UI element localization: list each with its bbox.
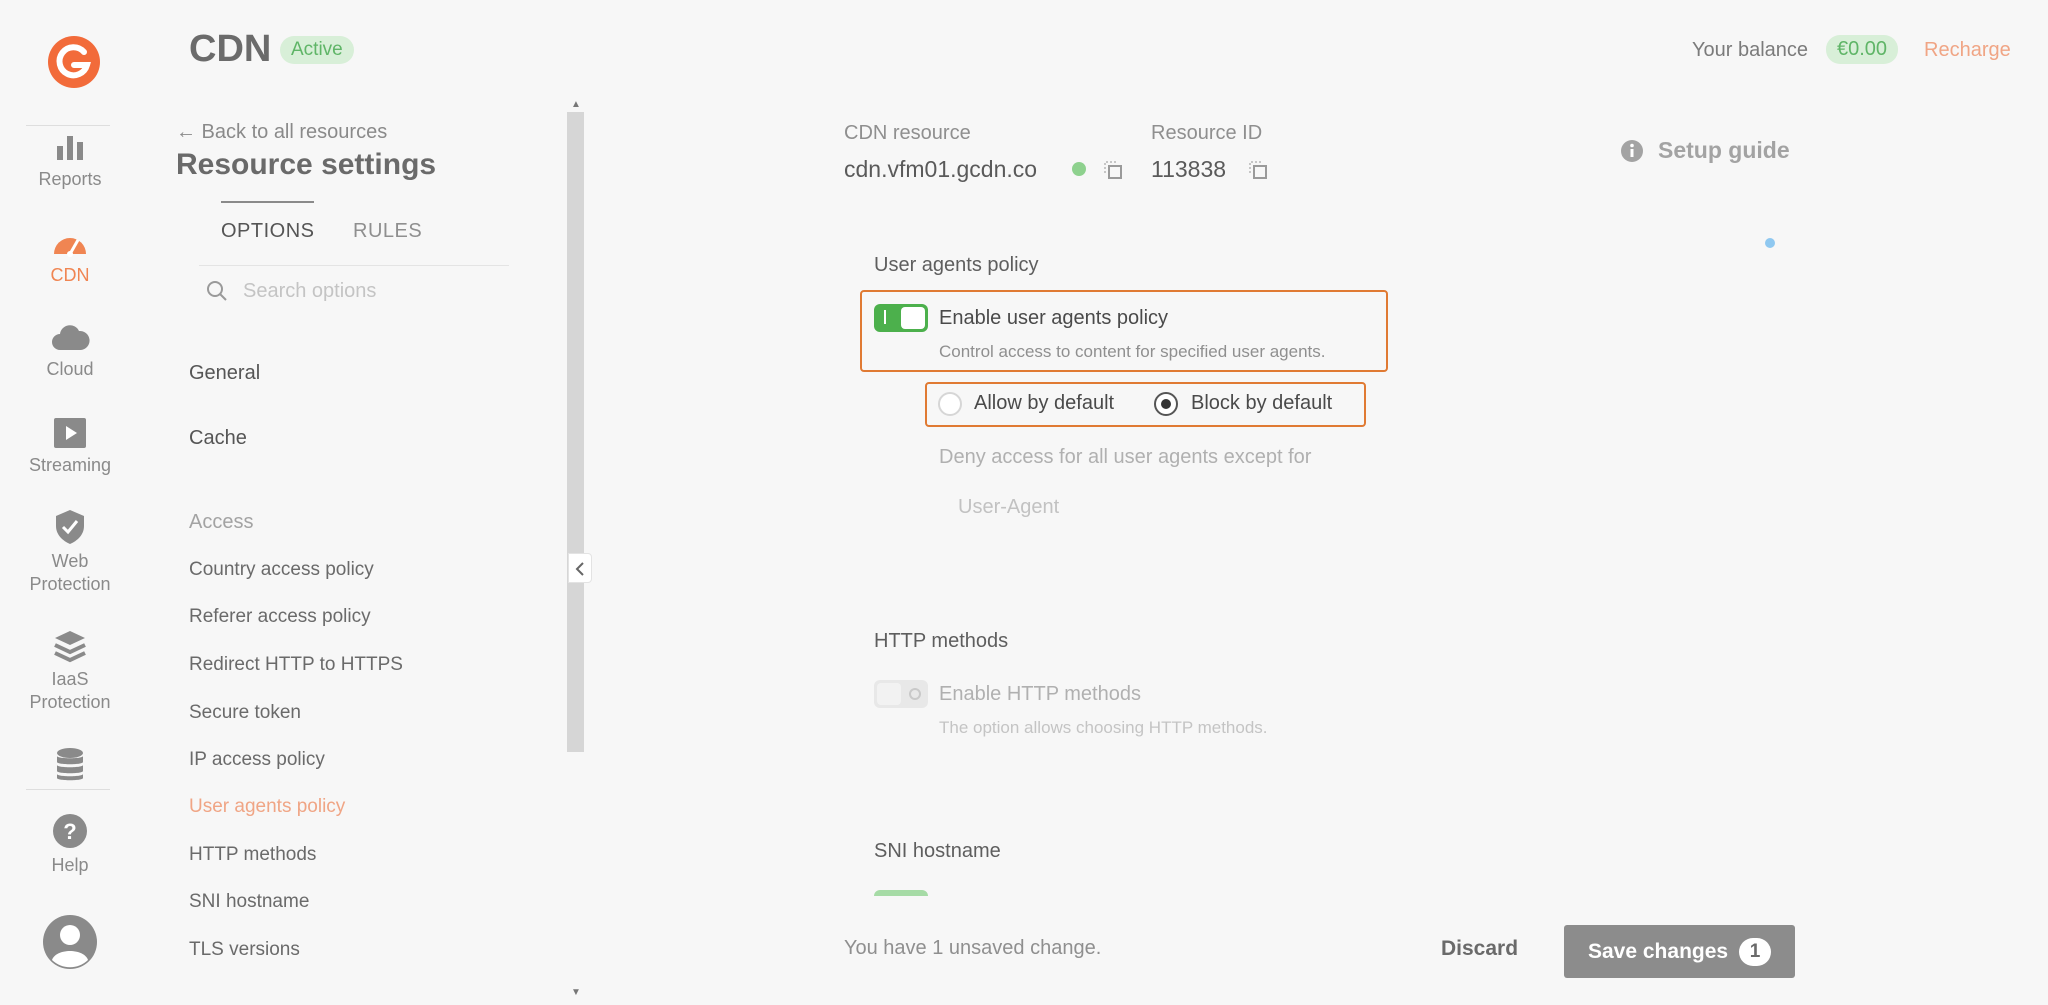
scroll-up-arrow-icon[interactable]: ▲ [568, 99, 584, 111]
rail-item-storage[interactable] [0, 746, 140, 788]
settings-title: Resource settings [176, 148, 437, 181]
rail-item-label-line2: Protection [29, 692, 111, 712]
sni-hostname-toggle[interactable] [874, 890, 928, 896]
streaming-icon [54, 418, 86, 448]
rail-item-label: CDN [50, 265, 90, 285]
rail-item-label: Web [51, 551, 89, 571]
rail-item-label: Streaming [28, 455, 112, 475]
chevron-left-icon [575, 562, 584, 576]
toggle-knob [901, 307, 925, 329]
save-changes-label: Save changes [1588, 940, 1729, 963]
left-navigation-rail: Reports CDN Cloud Streaming Web Protecti… [0, 0, 140, 1005]
enable-user-agents-label: Enable user agents policy [939, 307, 1169, 329]
rail-divider [26, 125, 110, 126]
active-tab-indicator [221, 201, 314, 203]
http-methods-toggle[interactable] [874, 680, 928, 708]
resource-id-label: Resource ID [1151, 122, 1263, 144]
block-by-default-radio[interactable] [1154, 392, 1178, 416]
menu-item-tls-versions[interactable]: TLS versions [189, 939, 300, 961]
rail-divider [26, 789, 110, 790]
notification-dot [1765, 238, 1775, 248]
status-badge: Active [280, 36, 354, 64]
http-methods-section-title: HTTP methods [874, 630, 1009, 652]
search-box [199, 274, 509, 308]
back-to-resources-link[interactable]: ← Back to all resources [176, 121, 387, 144]
rail-item-label: Reports [38, 169, 102, 189]
deny-access-text: Deny access for all user agents except f… [939, 446, 1312, 468]
tabs-divider [199, 265, 509, 266]
gcore-logo-icon[interactable] [46, 34, 102, 90]
page-title: CDN [189, 28, 272, 70]
tab-rules[interactable]: RULES [353, 220, 422, 243]
rail-item-help[interactable]: ? Help [0, 812, 140, 877]
rail-item-iaas-protection[interactable]: IaaS Protection [0, 628, 140, 714]
user-agent-input[interactable]: User-Agent [940, 488, 1360, 526]
resource-status-dot [1072, 162, 1086, 176]
database-icon [57, 748, 83, 781]
toggle-on-mark [884, 310, 886, 324]
copy-icon[interactable] [1102, 159, 1124, 181]
menu-item-cache[interactable]: Cache [189, 427, 247, 450]
reports-icon [57, 136, 83, 160]
menu-item-user-agents[interactable]: User agents policy [189, 796, 345, 818]
rail-item-label-line2: Protection [29, 574, 111, 594]
block-by-default-label[interactable]: Block by default [1191, 392, 1332, 415]
svg-text:?: ? [63, 819, 76, 844]
menu-item-sni-hostname[interactable]: SNI hostname [189, 891, 309, 913]
menu-item-country-access[interactable]: Country access policy [189, 559, 374, 581]
tab-options[interactable]: OPTIONS [221, 220, 315, 243]
unsaved-changes-text: You have 1 unsaved change. [844, 937, 1102, 959]
rail-item-cdn[interactable]: CDN [0, 226, 140, 287]
shield-icon [56, 510, 84, 544]
toggle-off-mark [909, 688, 921, 700]
rail-item-cloud[interactable]: Cloud [0, 322, 140, 381]
rail-item-label: Cloud [46, 359, 94, 379]
settings-scrollbar[interactable] [567, 112, 584, 752]
enable-http-methods-description: The option allows choosing HTTP methods. [939, 718, 1268, 737]
enable-http-methods-label: Enable HTTP methods [939, 683, 1141, 705]
menu-item-ip-access[interactable]: IP access policy [189, 749, 325, 771]
rail-item-label: Help [51, 855, 89, 875]
collapse-panel-button[interactable] [568, 553, 592, 583]
rail-item-web-protection[interactable]: Web Protection [0, 508, 140, 596]
help-icon: ? [53, 814, 87, 848]
allow-by-default-label[interactable]: Allow by default [974, 392, 1114, 415]
balance-value: €0.00 [1826, 35, 1899, 64]
menu-item-referer-access[interactable]: Referer access policy [189, 606, 371, 628]
recharge-link[interactable]: Recharge [1924, 39, 2011, 62]
menu-item-secure-token[interactable]: Secure token [189, 702, 301, 724]
rail-item-reports[interactable]: Reports [0, 130, 140, 191]
setup-guide-label: Setup guide [1658, 137, 1790, 163]
sni-hostname-section-title: SNI hostname [874, 840, 1001, 862]
user-agents-section-title: User agents policy [874, 254, 1039, 276]
cdn-resource-label: CDN resource [844, 122, 971, 144]
scroll-down-arrow-icon[interactable]: ▼ [568, 987, 584, 999]
avatar[interactable] [42, 914, 98, 970]
toggle-knob [877, 683, 901, 705]
allow-by-default-radio[interactable] [938, 392, 962, 416]
search-icon [207, 281, 227, 301]
discard-button[interactable]: Discard [1441, 937, 1518, 961]
enable-user-agents-description: Control access to content for specified … [939, 342, 1326, 361]
user-agents-policy-toggle[interactable] [874, 304, 928, 332]
menu-item-general[interactable]: General [189, 362, 260, 385]
rail-item-label: IaaS [51, 669, 89, 689]
menu-item-redirect-https[interactable]: Redirect HTTP to HTTPS [189, 654, 403, 676]
copy-icon[interactable] [1247, 159, 1269, 181]
save-changes-button[interactable]: Save changes 1 [1564, 925, 1795, 978]
menu-item-http-methods[interactable]: HTTP methods [189, 844, 316, 866]
cloud-icon [52, 325, 90, 350]
balance-label: Your balance [1692, 39, 1809, 61]
cdn-resource-value: cdn.vfm01.gcdn.co [844, 156, 1038, 182]
resource-id-value: 113838 [1151, 156, 1227, 182]
rail-item-streaming[interactable]: Streaming [0, 416, 140, 477]
layers-icon [54, 631, 86, 663]
menu-section-access: Access [189, 511, 254, 533]
info-icon [1621, 140, 1643, 162]
search-input[interactable] [243, 274, 503, 308]
cdn-icon [54, 238, 86, 257]
unsaved-count-badge: 1 [1739, 938, 1771, 966]
